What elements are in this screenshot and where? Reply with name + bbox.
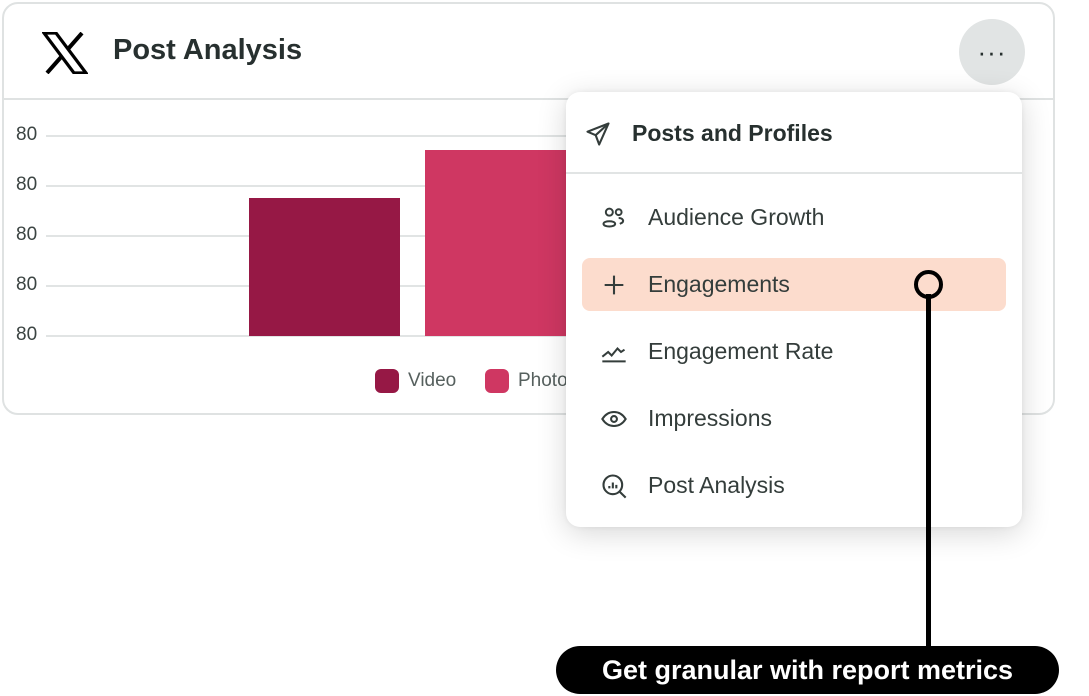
callout-pill: Get granular with report metrics [556, 646, 1059, 694]
legend-swatch [485, 369, 509, 393]
more-options-button[interactable]: ··· [959, 19, 1025, 85]
card-title: Post Analysis [113, 34, 303, 66]
ellipsis-icon: ··· [977, 36, 1007, 67]
callout-connector-dot [914, 270, 943, 299]
legend-item-photo[interactable]: Photo [485, 369, 568, 393]
plus-icon [604, 275, 624, 294]
legend-swatch [375, 369, 399, 393]
menu-item-label: Impressions [648, 405, 772, 431]
menu-header-label: Posts and Profiles [632, 120, 833, 146]
legend-label: Video [408, 370, 457, 391]
menu-item-label: Audience Growth [648, 204, 825, 230]
legend-item-video[interactable]: Video [375, 369, 456, 393]
menu-item-post-analysis[interactable]: Post Analysis [582, 459, 1006, 512]
card-header: Post Analysis ··· [4, 4, 1053, 100]
y-tick-label: 80 [16, 124, 38, 145]
y-tick-label: 80 [16, 324, 38, 345]
y-tick-label: 80 [16, 274, 38, 295]
menu-item-label: Engagement Rate [648, 338, 834, 364]
users-icon [602, 207, 625, 227]
dropdown-menu: Posts and Profiles Audience Growth Engag… [566, 92, 1022, 527]
legend-label: Photo [518, 370, 568, 391]
x-logo [42, 32, 88, 74]
menu-header: Posts and Profiles [566, 92, 1022, 174]
menu-item-engagement-rate[interactable]: Engagement Rate [582, 325, 1006, 378]
menu-item-label: Engagements [648, 271, 790, 297]
menu-item-audience-growth[interactable]: Audience Growth [582, 191, 1006, 244]
y-tick-label: 80 [16, 174, 38, 195]
eye-icon [601, 410, 627, 427]
callout-connector-line [926, 294, 931, 648]
menu-item-label: Post Analysis [648, 472, 785, 498]
line-chart-icon [601, 346, 626, 362]
gridline [46, 135, 586, 137]
y-tick-label: 80 [16, 224, 38, 245]
bar-photo[interactable] [425, 150, 585, 336]
callout-text: Get granular with report metrics [601, 654, 1014, 685]
menu-item-impressions[interactable]: Impressions [582, 392, 1006, 445]
bar-video[interactable] [249, 198, 400, 336]
search-chart-icon [602, 473, 627, 498]
paper-plane-icon [586, 122, 610, 146]
